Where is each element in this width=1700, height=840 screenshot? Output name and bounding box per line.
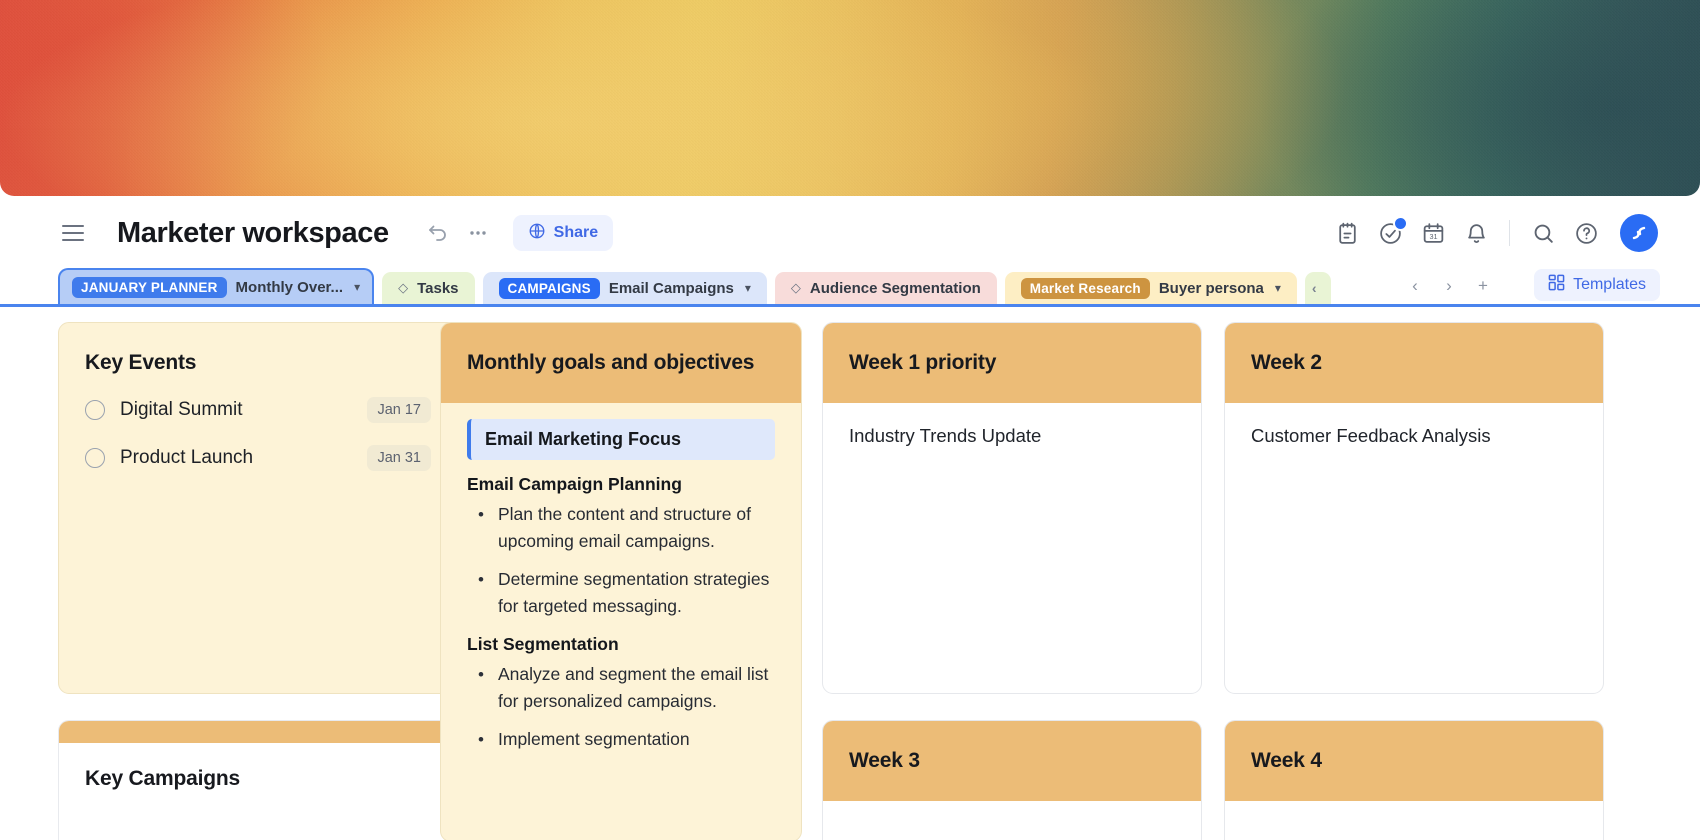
tab-email-campaigns[interactable]: CAMPAIGNS Email Campaigns ▾: [482, 272, 767, 304]
tab-list[interactable]: JANUARY PLANNER Monthly Over... ▾ ◇ Task…: [58, 268, 1378, 304]
hero-banner: [0, 0, 1700, 196]
app-root: Marketer workspace Share 31 JANUARY PLAN…: [0, 0, 1700, 840]
tab-label-audience-segmentation: Audience Segmentation: [809, 279, 981, 297]
section-heading: List Segmentation: [467, 634, 619, 654]
tab-buyer-persona[interactable]: Market Research Buyer persona ▾: [1004, 272, 1297, 304]
page-title: Marketer workspace: [117, 216, 389, 249]
card-title: Week 2: [1251, 351, 1322, 374]
card-header: Monthly goals and objectives: [441, 323, 801, 403]
chevron-right-icon[interactable]: ›: [1434, 272, 1464, 300]
share-label: Share: [553, 224, 599, 241]
card-body: Customer Feedback Analysis: [1251, 425, 1491, 446]
card-title: Key Campaigns: [85, 767, 240, 790]
card-week-3[interactable]: Week 3: [822, 720, 1202, 840]
search-icon[interactable]: [1528, 218, 1558, 248]
bullet-item: Plan the content and structure of upcomi…: [467, 501, 775, 555]
card-body: Key Campaigns: [59, 743, 457, 815]
card-body: Industry Trends Update: [849, 425, 1042, 446]
hamburger-icon[interactable]: [62, 219, 90, 247]
focus-callout: Email Marketing Focus: [467, 419, 775, 460]
card-key-campaigns[interactable]: Key Campaigns: [58, 720, 458, 840]
card-body: [823, 801, 1201, 840]
svg-text:31: 31: [1429, 232, 1437, 241]
card-header: Week 2: [1225, 323, 1603, 403]
undo-icon[interactable]: [421, 216, 455, 250]
card-title: Monthly goals and objectives: [467, 351, 755, 374]
card-header-strip: [59, 721, 457, 743]
tab-pill-campaigns: CAMPAIGNS: [498, 277, 600, 299]
card-week-1[interactable]: Week 1 priority Industry Trends Update: [822, 322, 1202, 694]
card-title: Week 4: [1251, 749, 1322, 772]
checkbox-circle-icon[interactable]: [85, 448, 105, 468]
user-avatar[interactable]: [1620, 214, 1658, 252]
bullet-list: Analyze and segment the email list for p…: [467, 661, 775, 753]
event-name: Digital Summit: [120, 399, 243, 420]
section-heading: Email Campaign Planning: [467, 474, 682, 494]
globe-icon: [528, 222, 546, 245]
more-options-icon[interactable]: [461, 216, 495, 250]
board-canvas: Key Events Digital Summit Jan 17 Product…: [0, 308, 1700, 840]
tab-overflow-label: ‹: [1311, 280, 1317, 296]
header-actions: 31: [1332, 214, 1658, 252]
card-title: Week 1 priority: [849, 351, 997, 374]
card-header: Week 4: [1225, 721, 1603, 801]
card-title: Key Events: [85, 351, 197, 374]
list-item[interactable]: Product Launch Jan 31: [85, 445, 431, 471]
chevron-down-icon[interactable]: ▾: [354, 280, 360, 294]
notepad-icon[interactable]: [1332, 218, 1362, 248]
chevron-left-icon[interactable]: ‹: [1400, 272, 1430, 300]
chevron-down-icon[interactable]: ▾: [1275, 281, 1281, 295]
tab-label-tasks: Tasks: [417, 279, 459, 297]
checkbox-circle-icon[interactable]: [85, 400, 105, 420]
diamond-icon: ◇: [790, 280, 801, 295]
card-monthly-goals[interactable]: Monthly goals and objectives Email Marke…: [440, 322, 802, 840]
tab-scroll-controls: ‹ › +: [1400, 272, 1498, 300]
tab-label-email-campaigns: Email Campaigns: [608, 279, 734, 297]
bullet-item: Determine segmentation strategies for ta…: [467, 566, 775, 620]
grid-icon: [1548, 274, 1565, 296]
share-button[interactable]: Share: [512, 215, 614, 251]
tab-label-buyer-persona: Buyer persona: [1158, 279, 1264, 297]
tab-overflow-partial[interactable]: ‹: [1304, 272, 1331, 304]
tab-active-underline: [0, 304, 1700, 307]
tab-monthly-overview[interactable]: JANUARY PLANNER Monthly Over... ▾: [58, 268, 375, 304]
list-item[interactable]: Digital Summit Jan 17: [85, 397, 431, 423]
bullet-item: Analyze and segment the email list for p…: [467, 661, 775, 715]
bell-icon[interactable]: [1461, 218, 1491, 248]
templates-button[interactable]: Templates: [1534, 269, 1660, 301]
templates-label: Templates: [1573, 276, 1646, 293]
card-key-events[interactable]: Key Events Digital Summit Jan 17 Product…: [58, 322, 458, 694]
chevron-down-icon[interactable]: ▾: [745, 281, 751, 295]
hero-noise-texture: [0, 0, 1700, 196]
tab-audience-segmentation[interactable]: ◇ Audience Segmentation: [774, 272, 997, 304]
bullet-item: Implement segmentation: [467, 726, 775, 753]
tab-pill-market-research: Market Research: [1020, 277, 1150, 299]
card-week-2[interactable]: Week 2 Customer Feedback Analysis: [1224, 322, 1604, 694]
card-header: Week 3: [823, 721, 1201, 801]
tab-bar: JANUARY PLANNER Monthly Over... ▾ ◇ Task…: [0, 268, 1700, 307]
bullet-list: Plan the content and structure of upcomi…: [467, 501, 775, 620]
event-name: Product Launch: [120, 447, 254, 468]
add-tab-button[interactable]: +: [1468, 272, 1498, 300]
card-week-4[interactable]: Week 4: [1224, 720, 1604, 840]
notification-badge-dot: [1393, 216, 1408, 231]
header-divider: [1509, 220, 1510, 246]
card-title: Week 3: [849, 749, 920, 772]
card-body: [1225, 801, 1603, 840]
help-circle-icon[interactable]: [1571, 218, 1601, 248]
tab-tasks[interactable]: ◇ Tasks: [382, 272, 475, 304]
tab-pill-january-planner: JANUARY PLANNER: [72, 276, 227, 298]
tab-label-monthly-overview: Monthly Over...: [235, 278, 344, 296]
event-date-badge: Jan 17: [367, 397, 431, 423]
card-body: Email Marketing Focus Email Campaign Pla…: [441, 403, 801, 774]
event-date-badge: Jan 31: [367, 445, 431, 471]
calendar-icon[interactable]: 31: [1418, 218, 1448, 248]
check-circle-icon[interactable]: [1375, 216, 1408, 248]
card-header: Week 1 priority: [823, 323, 1201, 403]
app-header: Marketer workspace Share 31: [0, 196, 1700, 270]
diamond-icon: ◇: [398, 280, 409, 295]
